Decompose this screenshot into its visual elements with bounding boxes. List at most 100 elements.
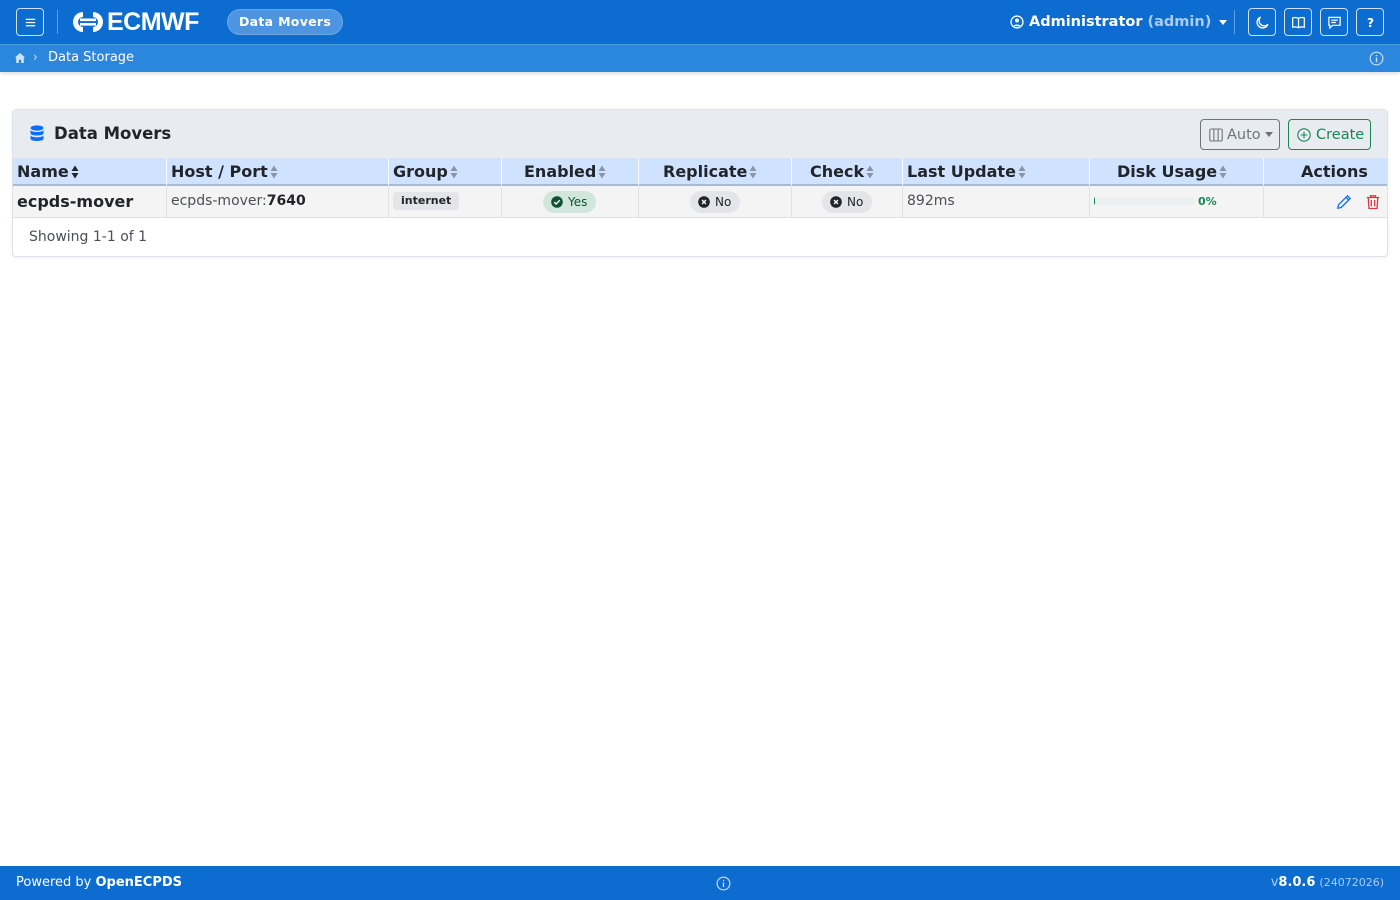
column-separator	[791, 158, 792, 186]
help-icon: ?	[1366, 16, 1373, 30]
pagination-info: Showing 1-1 of 1	[29, 229, 148, 245]
cell-name[interactable]: ecpds-mover	[17, 186, 133, 217]
breadcrumb-current[interactable]: Data Storage	[48, 50, 134, 65]
create-button[interactable]: Create	[1288, 119, 1371, 150]
column-header-replicate[interactable]: Replicate	[663, 158, 757, 186]
disk-usage-bar	[1094, 197, 1194, 205]
breadcrumb-separator-icon: ›	[33, 50, 38, 64]
check-text: No	[847, 195, 864, 209]
column-label: Group	[393, 162, 448, 181]
pencil-icon[interactable]	[1336, 194, 1352, 210]
table-header: Name Host / Port Group Enabled Replicate…	[13, 158, 1387, 186]
port-text: 7640	[266, 193, 306, 209]
user-name: Administrator	[1029, 14, 1143, 30]
cell-separator	[902, 186, 903, 217]
moon-icon	[1255, 15, 1269, 29]
cell-separator	[388, 186, 389, 217]
check-circle-icon	[551, 196, 563, 208]
cell-separator	[501, 186, 502, 217]
powered-prefix: Powered by	[16, 875, 96, 890]
home-icon[interactable]	[14, 52, 26, 64]
ecmwf-logo[interactable]: ECMWF	[70, 8, 199, 36]
dark-mode-button[interactable]	[1248, 8, 1276, 36]
sort-icon	[450, 165, 458, 178]
column-separator	[1089, 158, 1090, 186]
powered-name-link[interactable]: OpenECPDS	[95, 875, 182, 890]
column-header-check[interactable]: Check	[810, 158, 874, 186]
cell-separator	[166, 186, 167, 217]
table-row[interactable]: ecpds-mover ecpds-mover:7640 internet Ye…	[13, 186, 1387, 218]
navbar-divider	[57, 10, 58, 34]
column-label: Actions	[1301, 162, 1368, 181]
column-label: Host / Port	[171, 162, 268, 181]
cell-separator	[1263, 186, 1264, 217]
column-header-last-update[interactable]: Last Update	[907, 158, 1026, 186]
column-header-group[interactable]: Group	[393, 158, 458, 186]
column-label: Replicate	[663, 162, 748, 181]
info-icon[interactable]	[716, 876, 731, 891]
book-icon	[1291, 16, 1305, 28]
group-badge: internet	[393, 192, 460, 210]
navbar-divider	[1234, 10, 1235, 34]
chat-icon	[1327, 16, 1341, 29]
app-name-badge[interactable]: Data Movers	[227, 9, 344, 35]
enabled-text: Yes	[568, 195, 588, 209]
column-label: Last Update	[907, 162, 1016, 181]
column-header-host-port[interactable]: Host / Port	[171, 158, 278, 186]
powered-by: Powered by OpenECPDS	[16, 875, 182, 890]
version-info: v8.0.6 (24072026)	[1271, 875, 1384, 890]
build-number: (24072026)	[1319, 876, 1384, 889]
auto-label: Auto	[1227, 126, 1261, 143]
x-circle-icon	[830, 196, 842, 208]
replicate-text: No	[715, 195, 732, 209]
ecmwf-logo-icon	[73, 12, 103, 32]
trash-icon[interactable]	[1365, 194, 1381, 210]
data-movers-card: Data Movers Auto Create Name Host / Port…	[12, 109, 1388, 257]
check-status-badge: No	[822, 191, 873, 213]
column-separator	[638, 158, 639, 186]
chevron-down-icon	[1219, 19, 1228, 25]
cell-host-port: ecpds-mover:7640	[171, 186, 306, 217]
documentation-button[interactable]	[1284, 8, 1312, 36]
user-menu-dropdown[interactable]: Administrator (admin)	[1010, 12, 1228, 32]
x-circle-icon	[698, 196, 710, 208]
sort-icon	[1219, 165, 1227, 178]
columns-auto-dropdown[interactable]: Auto	[1200, 119, 1280, 150]
cell-last-update: 892ms	[907, 193, 955, 209]
chevron-down-icon	[1264, 132, 1273, 137]
user-circle-icon	[1010, 15, 1024, 29]
column-label: Name	[17, 162, 69, 181]
column-header-actions: Actions	[1301, 158, 1368, 186]
column-header-enabled[interactable]: Enabled	[524, 158, 606, 186]
column-label: Enabled	[524, 162, 597, 181]
cell-separator	[638, 186, 639, 217]
sort-icon	[749, 165, 757, 178]
cell-separator	[791, 186, 792, 217]
menu-toggle-button[interactable]	[16, 8, 44, 36]
column-header-name[interactable]: Name	[17, 158, 79, 186]
disk-usage-percent: 0%	[1198, 195, 1217, 208]
sort-icon	[598, 165, 606, 178]
columns-icon	[1209, 127, 1223, 142]
version-number: 8.0.6	[1278, 875, 1316, 890]
column-label: Disk Usage	[1117, 162, 1218, 181]
create-label: Create	[1316, 126, 1365, 143]
menu-icon	[25, 18, 35, 26]
replicate-status-badge: No	[690, 191, 741, 213]
column-label: Check	[810, 162, 865, 181]
column-separator	[166, 158, 167, 186]
column-header-disk-usage[interactable]: Disk Usage	[1117, 158, 1227, 186]
sort-icon	[1018, 165, 1026, 178]
feedback-button[interactable]	[1320, 8, 1348, 36]
plus-circle-icon	[1297, 127, 1311, 142]
card-header: Data Movers Auto Create	[13, 110, 1387, 158]
database-icon	[30, 125, 44, 142]
card-title: Data Movers	[30, 124, 171, 143]
column-separator	[1263, 158, 1264, 186]
disk-usage-fill	[1094, 197, 1095, 205]
svg-text:?: ?	[1366, 16, 1373, 30]
help-button[interactable]: ?	[1356, 8, 1384, 36]
info-icon[interactable]	[1369, 51, 1384, 66]
cell-group: internet	[393, 186, 460, 217]
cell-separator	[1089, 186, 1090, 217]
